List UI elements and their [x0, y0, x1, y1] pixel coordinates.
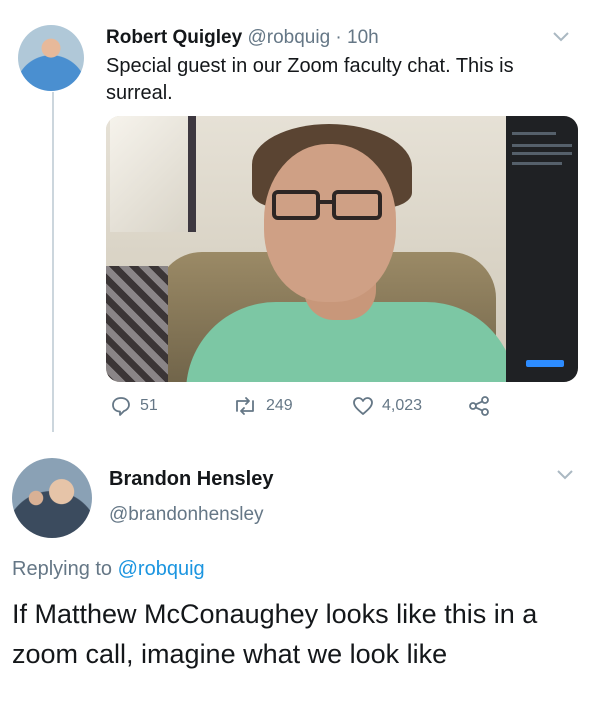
media-pillow — [106, 266, 168, 382]
like-count: 4,023 — [382, 397, 423, 414]
chat-line — [512, 162, 562, 165]
reply-action[interactable]: 51 — [110, 395, 158, 417]
media-window — [110, 116, 196, 232]
tweet-actions: 51 249 4,023 — [106, 393, 578, 423]
heart-icon[interactable] — [352, 395, 374, 417]
retweet-count: 249 — [266, 397, 293, 414]
media-glasses-right — [332, 190, 382, 220]
like-action[interactable]: 4,023 — [352, 395, 422, 417]
author-handle[interactable]: @brandonhensley — [109, 504, 264, 526]
reply-count: 51 — [140, 397, 158, 414]
author-name[interactable]: Brandon Hensley — [109, 468, 273, 491]
chat-line — [512, 144, 572, 147]
tweet-time[interactable]: · 10h — [330, 27, 378, 48]
author-handle[interactable]: @robquig — [247, 27, 330, 48]
tweet-reply: Brandon Hensley @brandonhensley Replying… — [0, 440, 600, 723]
replying-to-label: Replying to — [12, 558, 118, 580]
tweet-original: Robert Quigley @robquig · 10h Special gu… — [0, 0, 600, 440]
retweet-icon[interactable] — [232, 395, 258, 417]
avatar-robert-quigley[interactable] — [18, 25, 84, 91]
zoom-chat-panel — [506, 116, 578, 382]
avatar-brandon-hensley[interactable] — [12, 458, 92, 538]
zoom-chat-send-button — [526, 360, 564, 367]
chat-line — [512, 132, 556, 135]
chevron-down-icon[interactable] — [552, 26, 570, 49]
tweet-text: If Matthew McConaughey looks like this i… — [12, 599, 538, 669]
media-face — [264, 144, 396, 302]
author-name[interactable]: Robert Quigley — [106, 27, 242, 48]
chat-line — [512, 152, 572, 155]
tweet-text: Special guest in our Zoom faculty chat. … — [106, 55, 514, 104]
tweet-media-zoom-screenshot[interactable] — [106, 116, 578, 382]
share-action[interactable] — [468, 395, 490, 417]
replying-to: Replying to @robquig — [12, 558, 205, 581]
share-icon[interactable] — [468, 395, 490, 417]
tweet-header: Robert Quigley @robquig · 10h — [106, 27, 379, 49]
replying-to-mention[interactable]: @robquig — [118, 558, 205, 580]
media-glasses-left — [272, 190, 320, 220]
retweet-action[interactable]: 249 — [232, 395, 293, 417]
media-glasses-bridge — [318, 200, 334, 204]
chevron-down-icon[interactable] — [556, 464, 574, 487]
thread-line — [52, 92, 54, 432]
speech-bubble-icon[interactable] — [110, 395, 132, 417]
